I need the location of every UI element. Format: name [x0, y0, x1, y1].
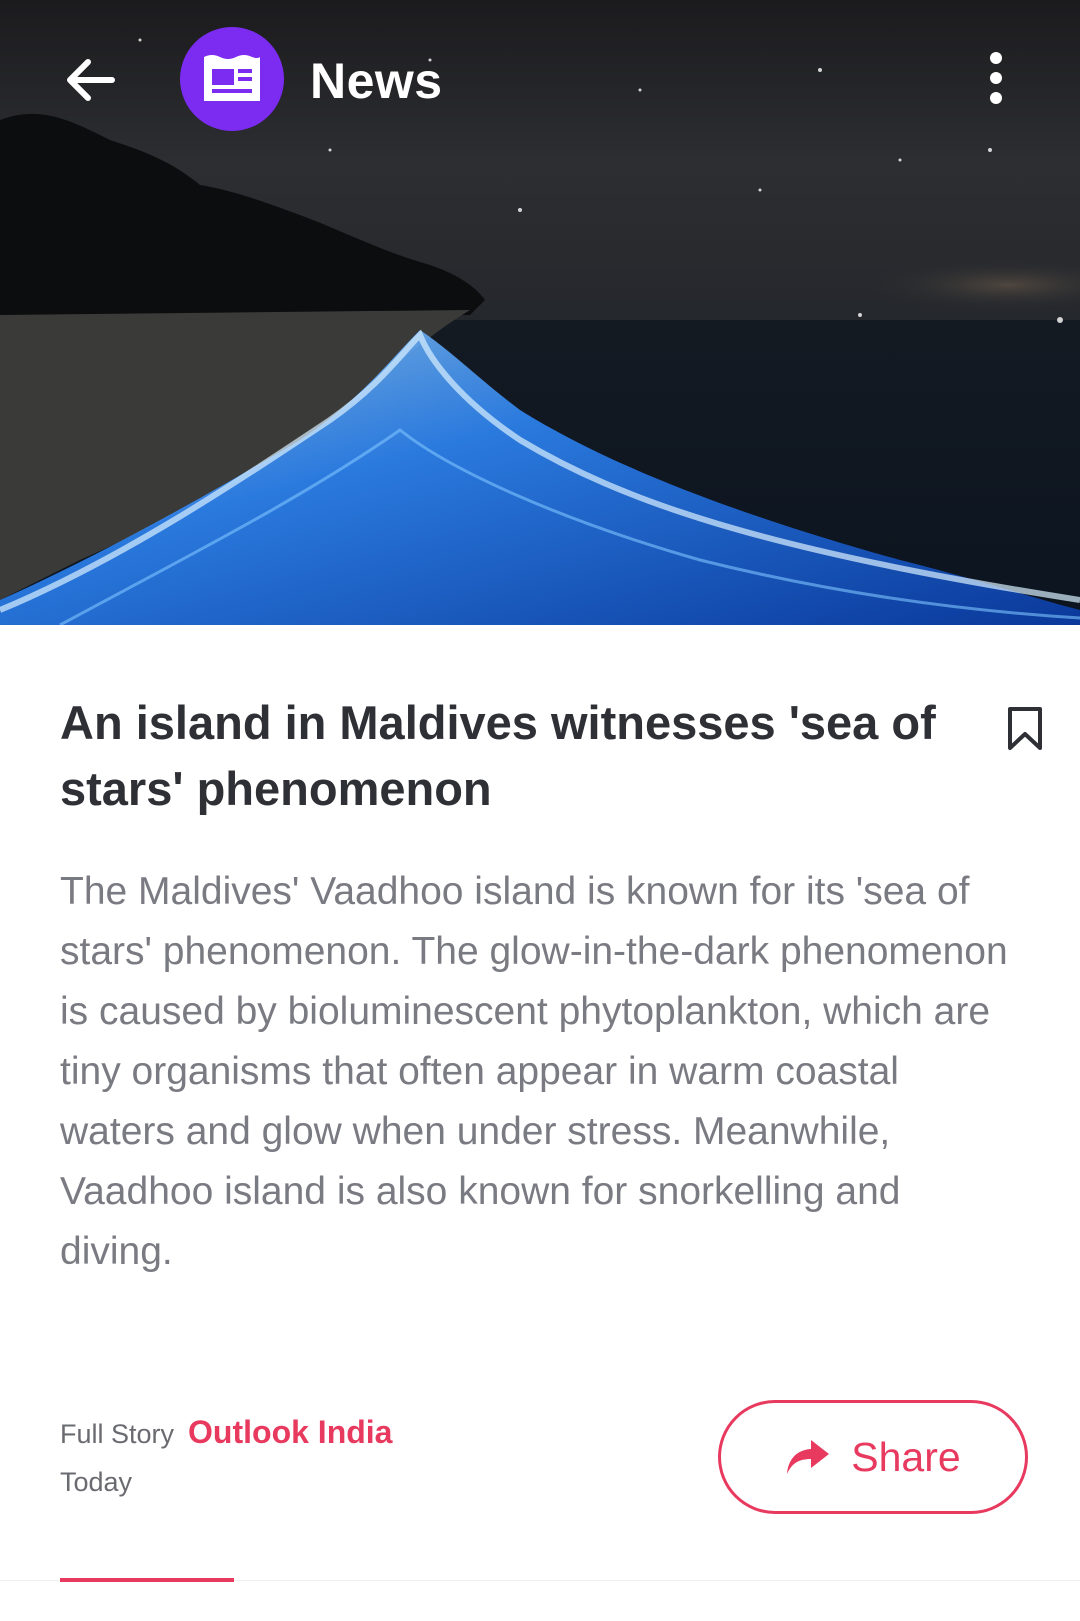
share-arrow-icon	[787, 1440, 830, 1474]
article-headline: An island in Maldives witnesses 'sea of …	[60, 696, 936, 815]
more-options-button[interactable]	[976, 48, 1016, 118]
newspaper-icon	[204, 55, 260, 101]
bookmark-outline-icon	[1008, 707, 1042, 750]
news-app-icon	[180, 27, 284, 131]
news-article-screen: News An island in Maldives witnesses 'se…	[0, 0, 1080, 1621]
headline-row: An island in Maldives witnesses 'sea of …	[60, 690, 1050, 822]
share-label: Share	[851, 1433, 961, 1480]
tab-indicator	[60, 1578, 234, 1582]
article-body: The Maldives' Vaadhoo island is known fo…	[60, 870, 1008, 1273]
back-button[interactable]	[62, 52, 132, 112]
source-link[interactable]: Outlook India	[188, 1414, 392, 1450]
app-bar: News	[0, 0, 1080, 160]
app-title: News	[310, 53, 443, 109]
share-button[interactable]: Share	[718, 1400, 1028, 1514]
arrow-left-icon	[67, 59, 115, 101]
article-date: Today	[60, 1467, 133, 1497]
more-vert-icon	[990, 52, 1002, 104]
article-meta: Full Story Outlook India Today	[60, 1414, 392, 1498]
full-story-label: Full Story	[60, 1419, 175, 1449]
bookmark-button[interactable]	[1005, 706, 1045, 752]
